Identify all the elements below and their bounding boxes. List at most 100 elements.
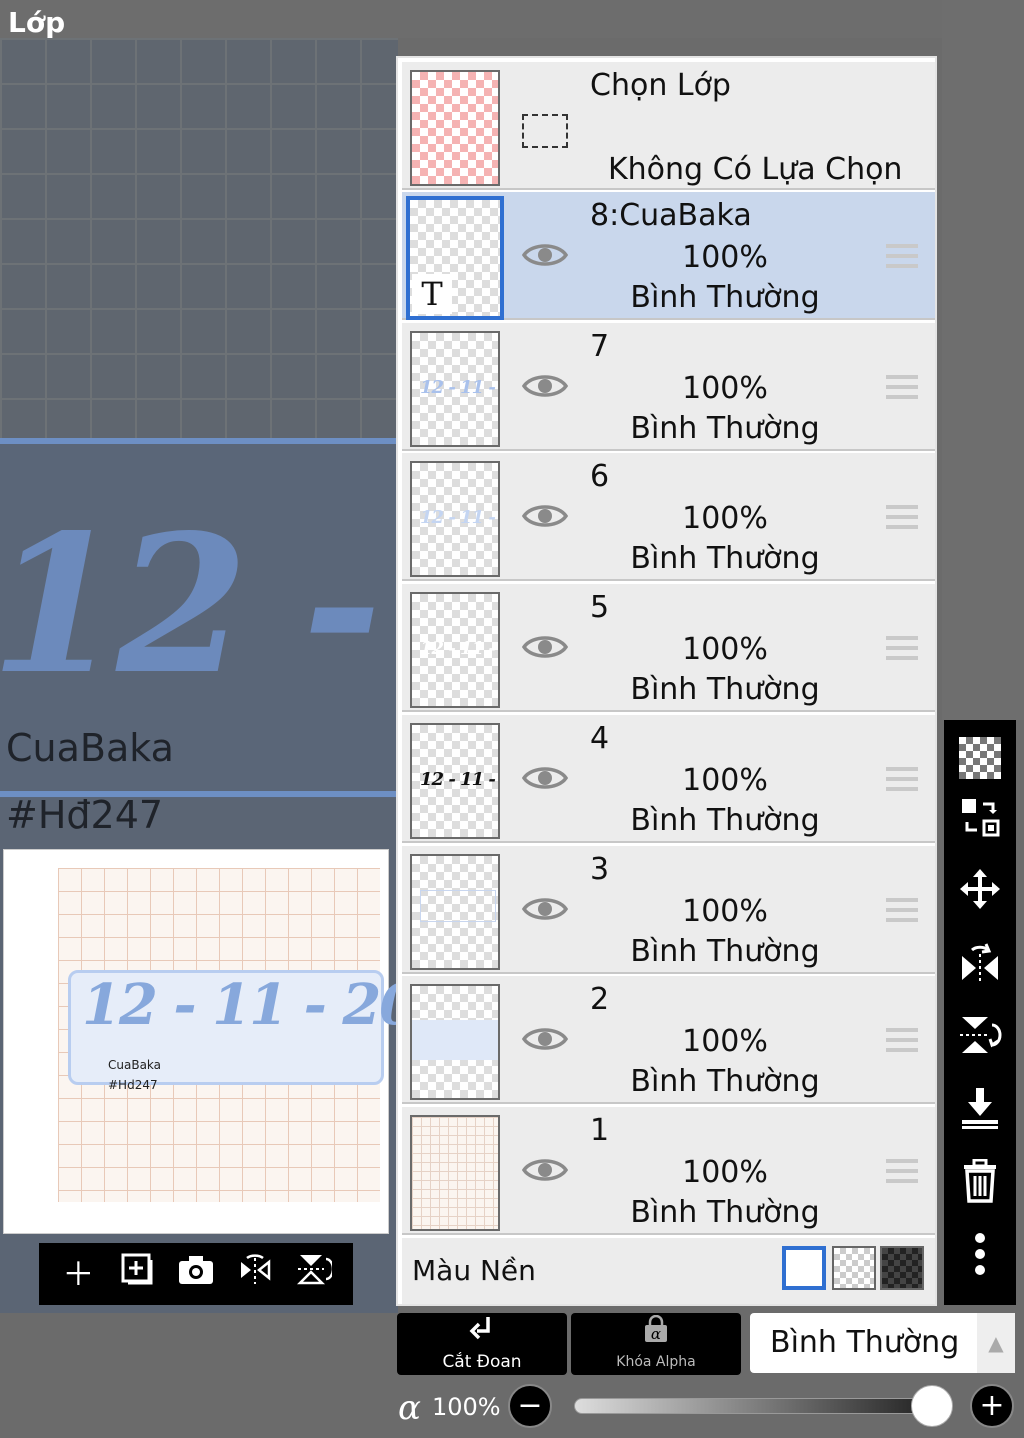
canvas-preview[interactable]: 12 - 11 - 2021 CuaBaka #Hd247: [3, 849, 492, 1234]
alpha-lock-button[interactable]: α Khóa Alpha: [571, 1313, 741, 1375]
eye-icon[interactable]: [521, 894, 569, 924]
layer-blend-mode: Bình Thường: [630, 1064, 820, 1100]
background-transparent-swatch[interactable]: [832, 1246, 876, 1290]
selection-layer-thumbnail: [410, 70, 500, 186]
alpha-lock-icon: α: [571, 1313, 741, 1350]
drag-handle-icon[interactable]: [886, 505, 918, 530]
layer-thumbnail-text: 12 - 11 - 2021: [420, 376, 498, 398]
eye-icon[interactable]: [521, 632, 569, 662]
layer-thumbnail: [410, 853, 500, 970]
layer-name: 4: [590, 720, 610, 756]
plus-icon[interactable]: ＋: [56, 1252, 100, 1296]
layer-thumbnail-band: [412, 1020, 498, 1061]
layer-thumbnail-text: 12 - 11 - 2021: [420, 507, 498, 529]
eye-icon[interactable]: [521, 371, 569, 401]
camera-icon[interactable]: [174, 1252, 218, 1296]
layer-name: 3: [590, 851, 610, 887]
layer-opacity: 100%: [682, 501, 768, 537]
blend-mode-arrow-icon[interactable]: ▲: [977, 1313, 1015, 1373]
layer-opacity: 100%: [682, 762, 768, 798]
layer-row[interactable]: 12 - 11 - 2021 7 100% Bình Thường: [402, 322, 935, 451]
merge-down-icon[interactable]: [955, 1086, 1005, 1142]
canvas-tag-text: #Hđ247: [6, 793, 164, 837]
opacity-value: 100%: [432, 1393, 501, 1421]
eye-icon[interactable]: [521, 1024, 569, 1054]
layer-thumbnail: 12 - 11 - 2021: [410, 592, 500, 709]
add-layer-icon[interactable]: [115, 1252, 159, 1297]
layer-name: 5: [590, 590, 610, 626]
transparency-checker-icon[interactable]: [955, 736, 1005, 779]
layer-row[interactable]: 12 - 11 - 2021 5 100% Bình Thường: [402, 584, 935, 713]
opacity-increase-button[interactable]: +: [970, 1384, 1014, 1428]
background-color-row: Màu Nền: [402, 1238, 935, 1304]
right-backdrop: [942, 0, 1024, 720]
layer-blend-mode: Bình Thường: [630, 933, 820, 969]
layer-row[interactable]: 2 100% Bình Thường: [402, 976, 935, 1105]
selection-layer-status: Không Có Lựa Chọn: [608, 152, 903, 187]
opacity-slider-track[interactable]: [574, 1398, 932, 1414]
layer-row[interactable]: 12 - 11 - 2021 4 100% Bình Thường: [402, 714, 935, 843]
flip-vertical-side-icon[interactable]: [955, 1013, 1005, 1069]
band-line-top: [0, 438, 398, 444]
selection-layer-row[interactable]: Chọn Lớp Không Có Lựa Chọn: [402, 62, 935, 190]
flip-horizontal-side-icon[interactable]: [955, 940, 1005, 996]
canvas-grid: [0, 38, 398, 438]
eye-icon[interactable]: [521, 1155, 569, 1185]
layer-thumbnail-frame: [420, 889, 496, 922]
clip-arrow-icon: [397, 1313, 567, 1350]
layer-blend-mode: Bình Thường: [630, 1194, 820, 1230]
preview-tag-text: #Hd247: [108, 1078, 158, 1092]
background-color-label: Màu Nền: [412, 1254, 536, 1287]
more-options-icon[interactable]: [955, 1232, 1005, 1288]
layer-opacity: 100%: [682, 370, 768, 406]
layer-name: 8:CuaBaka: [590, 198, 752, 233]
layers-panel: Chọn Lớp Không Có Lựa Chọn T 8:CuaBaka 100…: [396, 56, 937, 1306]
layer-row[interactable]: 12 - 11 - 2021 6 100% Bình Thường: [402, 453, 935, 582]
move-icon[interactable]: [955, 867, 1005, 923]
drag-handle-icon[interactable]: [886, 1028, 918, 1053]
layer-opacity: 100%: [682, 893, 768, 929]
eye-icon[interactable]: [521, 240, 569, 270]
canvas-date-text: 12 - 11: [0, 493, 398, 716]
drag-handle-icon[interactable]: [886, 1158, 918, 1183]
flip-horizontal-icon[interactable]: [233, 1252, 277, 1297]
layer-thumbnail-text: 12 - 11 - 2021: [420, 768, 498, 790]
drag-handle-icon[interactable]: [886, 636, 918, 661]
clipping-button[interactable]: Cắt Đoan: [397, 1313, 567, 1375]
background-white-swatch[interactable]: [782, 1246, 826, 1290]
layer-name: 2: [590, 982, 610, 1018]
drag-handle-icon[interactable]: [886, 897, 918, 922]
layer-row[interactable]: 3 100% Bình Thường: [402, 845, 935, 974]
alpha-lock-label: Khóa Alpha: [616, 1354, 696, 1370]
preview-name-text: CuaBaka: [108, 1058, 162, 1072]
selection-rect-icon: [522, 114, 568, 148]
layer-thumbnail: 12 - 11 - 2021: [410, 722, 500, 839]
opacity-decrease-button[interactable]: −: [508, 1384, 552, 1428]
panel-title: Lớp: [8, 6, 66, 39]
eye-icon[interactable]: [521, 501, 569, 531]
title-bar: Lớp: [0, 0, 1024, 39]
flip-vertical-icon[interactable]: [292, 1251, 336, 1298]
eye-icon[interactable]: [521, 763, 569, 793]
layer-thumbnail: T: [406, 196, 504, 320]
opacity-slider-thumb[interactable]: [911, 1385, 953, 1427]
background-dark-checker-swatch[interactable]: [880, 1246, 924, 1290]
text-layer-icon: T: [412, 274, 452, 314]
layer-blend-mode: Bình Thường: [630, 541, 820, 577]
move-to-layer-icon[interactable]: [955, 796, 1005, 850]
blend-mode-select[interactable]: Bình Thường: [750, 1313, 977, 1373]
preview-toolbar: ＋: [39, 1243, 353, 1305]
clipping-label: Cắt Đoan: [442, 1352, 522, 1372]
layer-blend-mode: Bình Thường: [630, 410, 820, 446]
layer-blend-mode: Bình Thường: [630, 280, 820, 315]
canvas-name-text: CuaBaka: [6, 726, 174, 770]
drag-handle-icon[interactable]: [886, 244, 918, 268]
trash-icon[interactable]: [955, 1158, 1005, 1215]
layer-row[interactable]: T 8:CuaBaka 100% Bình Thường: [402, 192, 935, 320]
layer-row[interactable]: 1 100% Bình Thường: [402, 1106, 935, 1235]
drag-handle-icon[interactable]: [886, 374, 918, 399]
drag-handle-icon[interactable]: [886, 766, 918, 791]
layer-name: 1: [590, 1112, 610, 1148]
layer-opacity: 100%: [682, 1024, 768, 1060]
layer-opacity: 100%: [682, 632, 768, 668]
